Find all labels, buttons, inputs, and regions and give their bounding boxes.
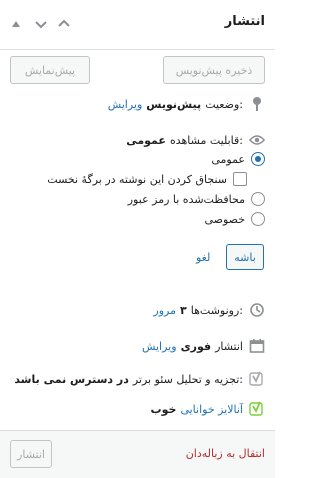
visibility-value: عمومی bbox=[126, 133, 166, 147]
calendar-icon bbox=[249, 338, 265, 354]
sticky-checkbox-label: سنجاق کردن این نوشته در برگهٔ نخست bbox=[47, 172, 227, 186]
publish-button[interactable]: انتشار bbox=[10, 440, 52, 468]
preview-button[interactable]: پیش‌نمایش bbox=[10, 56, 90, 84]
visibility-option-password[interactable]: محافظت‌شده با رمز عبور bbox=[128, 192, 265, 206]
seo-label: تجزیه و تحلیل سئو برتر: bbox=[132, 372, 243, 386]
public-radio[interactable] bbox=[251, 152, 265, 166]
visibility-label: قابلیت مشاهده: bbox=[169, 133, 243, 147]
publish-time-row: انتشار فوری ویرایش bbox=[142, 338, 265, 354]
password-radio-label: محافظت‌شده با رمز عبور bbox=[127, 192, 245, 206]
readability-link[interactable]: آنالایز خوانایی bbox=[180, 403, 243, 416]
panel-title: انتشار bbox=[224, 14, 265, 29]
readability-value: خوب bbox=[150, 402, 177, 416]
revisions-count: ۳ bbox=[180, 303, 187, 317]
seo-value: در دسترس نمی باشد bbox=[14, 372, 129, 386]
private-radio-label: خصوصی bbox=[204, 212, 245, 226]
private-radio[interactable] bbox=[251, 212, 265, 226]
status-row: وضعیت: پیش‌نویس ویرایش bbox=[108, 96, 265, 112]
publish-panel: انتشار پیش‌نمایش ذخیره پیش‌نویس وضعیت: پ… bbox=[0, 0, 275, 478]
visibility-ok-button[interactable]: باشه bbox=[226, 244, 264, 270]
publish-time-edit-link[interactable]: ویرایش bbox=[142, 340, 177, 353]
revisions-browse-link[interactable]: مرور bbox=[153, 304, 176, 317]
save-draft-button[interactable]: ذخیره پیش‌نویس bbox=[163, 56, 265, 84]
visibility-row: قابلیت مشاهده: عمومی bbox=[126, 132, 265, 148]
history-icon bbox=[249, 302, 265, 318]
chevron-up-icon[interactable] bbox=[54, 14, 74, 34]
revisions-label: رونوشت‌ها: bbox=[190, 303, 243, 317]
chevron-down-icon[interactable] bbox=[31, 14, 51, 34]
visibility-option-public[interactable]: عمومی bbox=[211, 152, 265, 166]
visibility-option-private[interactable]: خصوصی bbox=[204, 212, 265, 226]
panel-header: انتشار bbox=[0, 0, 275, 50]
status-edit-link[interactable]: ویرایش bbox=[108, 98, 143, 111]
eye-icon bbox=[249, 132, 265, 148]
visibility-cancel-link[interactable]: لغو bbox=[196, 251, 210, 264]
publish-time-value: فوری bbox=[180, 339, 212, 353]
pin-icon bbox=[249, 96, 265, 112]
visibility-option-sticky[interactable]: سنجاق کردن این نوشته در برگهٔ نخست bbox=[47, 172, 247, 186]
status-value: پیش‌نویس bbox=[146, 97, 202, 111]
revisions-row: رونوشت‌ها: ۳ مرور bbox=[153, 302, 265, 318]
publish-time-label: انتشار bbox=[215, 339, 243, 353]
yoast-icon bbox=[249, 401, 265, 417]
status-label: وضعیت: bbox=[205, 97, 243, 111]
move-to-trash-link[interactable]: انتقال به زباله‌دان bbox=[186, 447, 265, 460]
triangle-up-icon[interactable] bbox=[6, 14, 26, 34]
seo-row: تجزیه و تحلیل سئو برتر: در دسترس نمی باش… bbox=[14, 371, 265, 387]
panel-footer: انتقال به زباله‌دان انتشار bbox=[0, 430, 275, 478]
yoast-icon bbox=[249, 371, 265, 387]
public-radio-label: عمومی bbox=[211, 152, 245, 166]
readability-row: آنالایز خوانایی خوب bbox=[151, 401, 265, 417]
sticky-checkbox[interactable] bbox=[233, 172, 247, 186]
password-radio[interactable] bbox=[251, 192, 265, 206]
